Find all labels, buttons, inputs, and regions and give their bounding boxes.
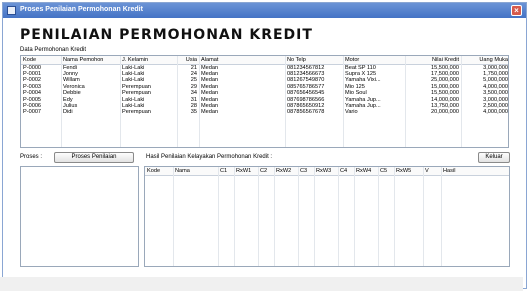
- table-cell: 21: [190, 64, 197, 71]
- column-divider: [285, 56, 286, 147]
- column-divider: [120, 56, 121, 147]
- column-header[interactable]: C3: [298, 167, 314, 176]
- table-cell: [120, 141, 177, 147]
- column-header[interactable]: Nilai Kredit: [405, 56, 461, 65]
- column-header[interactable]: Usia: [177, 56, 199, 65]
- table-cell: [394, 258, 423, 264]
- column-divider: [173, 167, 174, 266]
- table-cell: Medan: [201, 64, 219, 71]
- column-divider: [234, 167, 235, 266]
- column-divider: [423, 167, 424, 266]
- column-header[interactable]: C5: [378, 167, 394, 176]
- column-header[interactable]: Nama: [173, 167, 218, 176]
- column-header[interactable]: J. Kelamin: [120, 56, 177, 65]
- column-divider: [338, 167, 339, 266]
- table-cell: [234, 258, 258, 264]
- table-cell: [173, 258, 218, 264]
- app-icon: [7, 6, 16, 15]
- column-divider: [314, 167, 315, 266]
- table-cell: [343, 141, 405, 147]
- column-header[interactable]: C4: [338, 167, 354, 176]
- table-cell: [298, 258, 314, 264]
- proses-penilaian-button[interactable]: Proses Penilaian: [54, 152, 134, 163]
- table-cell: [145, 258, 173, 264]
- column-header[interactable]: Alamat: [199, 56, 285, 65]
- column-header[interactable]: Nama Pemohon: [61, 56, 120, 65]
- table-row[interactable]: [145, 258, 509, 264]
- table-cell: [21, 141, 61, 147]
- column-divider: [298, 167, 299, 266]
- page-title: PENILAIAN PERMOHONAN KREDIT: [20, 27, 313, 43]
- table-cell: [61, 141, 120, 147]
- table-row[interactable]: P-0000 Fendi Laki-Laki 21 Medan 081234567812 B…: [21, 64, 508, 71]
- table-cell: 15,500,000: [431, 64, 459, 71]
- status-strip: [0, 277, 523, 291]
- table-cell: 3,000,000: [483, 64, 508, 71]
- table-cell: [218, 258, 234, 264]
- column-header[interactable]: Kode: [145, 167, 173, 176]
- column-header[interactable]: No Telp: [285, 56, 343, 65]
- column-divider: [354, 167, 355, 266]
- table-cell: [461, 141, 508, 147]
- column-header[interactable]: Kode: [21, 56, 61, 65]
- window-title: Proses Penilaian Permohonan Kredit: [20, 6, 143, 13]
- column-divider: [258, 167, 259, 266]
- column-divider: [394, 167, 395, 266]
- data-section-label: Data Permohonan Kredit: [20, 47, 87, 53]
- column-header[interactable]: RxW3: [314, 167, 338, 176]
- column-divider: [378, 167, 379, 266]
- keluar-button[interactable]: Keluar: [478, 152, 510, 163]
- table-cell: [338, 258, 354, 264]
- column-header[interactable]: Uang Muka: [461, 56, 508, 65]
- table-cell: 081234567812: [287, 64, 325, 71]
- table-cell: [354, 258, 378, 264]
- column-divider: [461, 56, 462, 147]
- table-cell: [177, 141, 199, 147]
- column-divider: [61, 56, 62, 147]
- result-table[interactable]: Kode Nama C1 RxW1 C2 RxW2 C3 RxW3 C4 RxW4 C5 RxW5 V H…: [144, 166, 510, 267]
- column-header[interactable]: RxW2: [274, 167, 298, 176]
- applications-table[interactable]: Kode Nama Pemohon J. Kelamin Usia Alamat No T…: [20, 55, 509, 148]
- table-row[interactable]: [21, 141, 508, 147]
- table-cell: [258, 258, 274, 264]
- column-header[interactable]: RxW5: [394, 167, 423, 176]
- column-divider: [218, 167, 219, 266]
- close-icon[interactable]: ×: [511, 5, 522, 16]
- table-cell: [274, 258, 298, 264]
- table-cell: [199, 141, 285, 147]
- column-header[interactable]: Motor: [343, 56, 405, 65]
- column-header[interactable]: RxW1: [234, 167, 258, 176]
- table-cell: [405, 141, 461, 147]
- column-divider: [343, 56, 344, 147]
- table-cell: [378, 258, 394, 264]
- column-header[interactable]: C1: [218, 167, 234, 176]
- table-cell: [285, 141, 343, 147]
- column-divider: [274, 167, 275, 266]
- table-cell: Beat SP 110: [345, 64, 376, 71]
- column-divider: [441, 167, 442, 266]
- column-header[interactable]: V: [423, 167, 441, 176]
- hasil-label: Hasil Penilaian Kelayakan Permohonan Kre…: [146, 154, 273, 160]
- column-header[interactable]: Hasil: [441, 167, 509, 176]
- title-bar: Proses Penilaian Permohonan Kredit ×: [3, 3, 526, 18]
- table-cell: P-0000: [23, 64, 42, 71]
- column-divider: [199, 56, 200, 147]
- table-cell: [314, 258, 338, 264]
- column-divider: [177, 56, 178, 147]
- column-header[interactable]: RxW4: [354, 167, 378, 176]
- column-divider: [405, 56, 406, 147]
- table-cell: Fendi: [63, 64, 77, 71]
- process-log-box[interactable]: [20, 166, 139, 267]
- proses-label: Proses :: [20, 154, 43, 160]
- table-cell: [441, 258, 509, 264]
- column-header[interactable]: C2: [258, 167, 274, 176]
- table-cell: [423, 258, 441, 264]
- table-cell: Laki-Laki: [122, 64, 145, 71]
